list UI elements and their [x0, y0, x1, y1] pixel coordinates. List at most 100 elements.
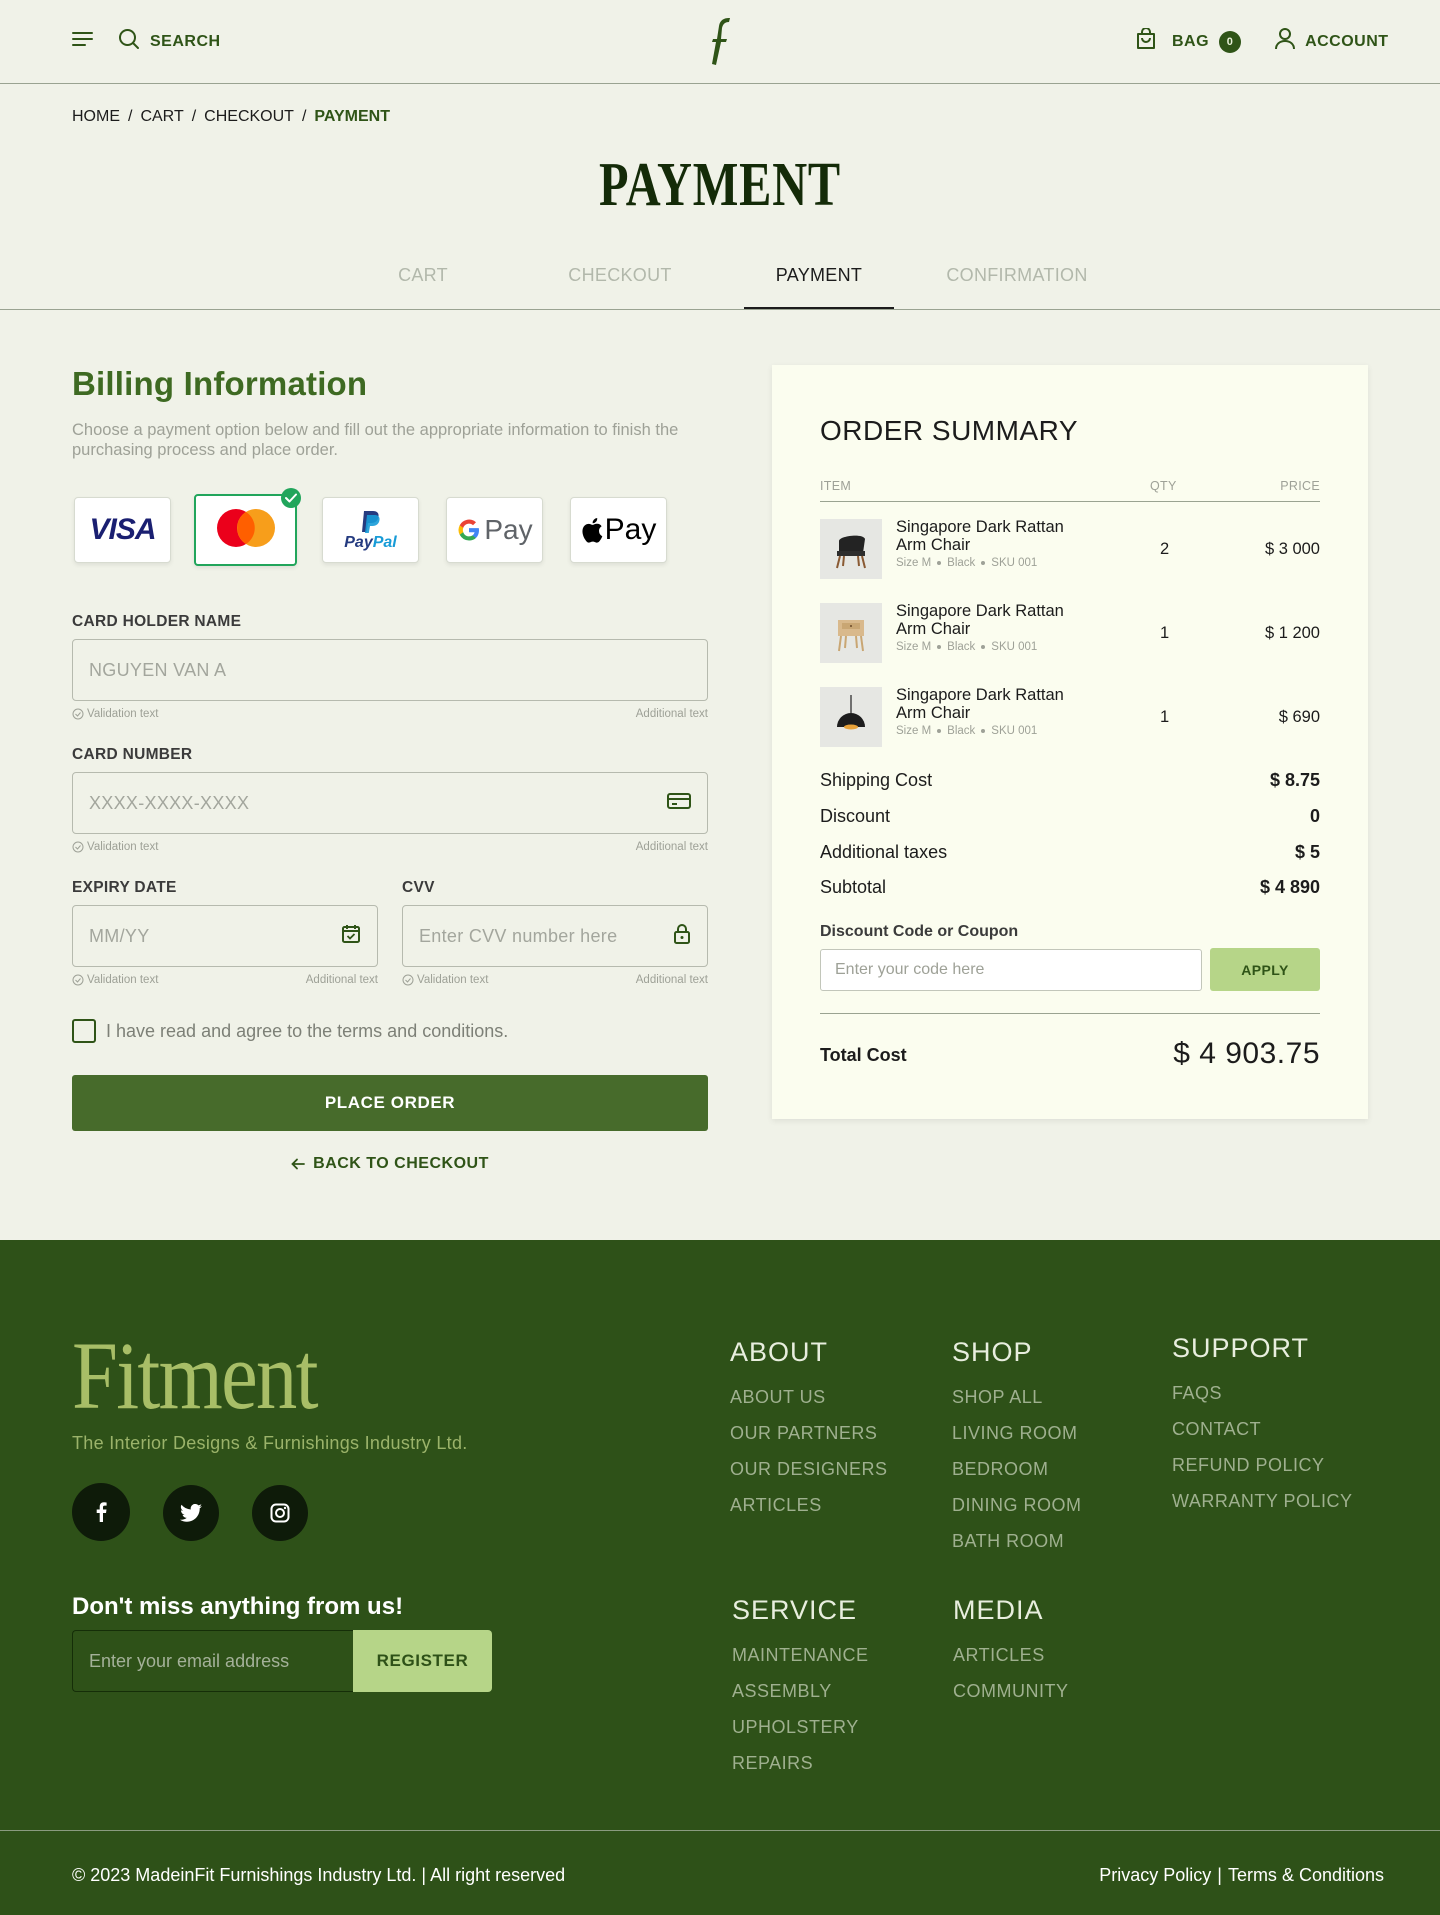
legal-links: Privacy Policy | Terms & Conditions: [1099, 1865, 1384, 1886]
cost-label: Additional taxes: [820, 842, 948, 862]
newsletter-email-input[interactable]: Enter your email address: [72, 1630, 362, 1692]
expiry-input[interactable]: MM/YY: [72, 905, 378, 967]
coupon-label: Discount Code or Coupon: [820, 923, 1019, 940]
footer-heading-shop: SHOP: [952, 1337, 1033, 1367]
site-header: SEARCH BAG 0 ACCOUNT: [0, 0, 1440, 84]
footer-link[interactable]: UPHOLSTERY: [732, 1717, 859, 1738]
product-meta: Size M Black SKU 001: [896, 725, 1037, 737]
copyright-text: © 2023 MadeinFit Furnishings Industry Lt…: [72, 1865, 566, 1885]
additional-text: Additional text: [635, 708, 708, 720]
calendar-icon: [341, 924, 361, 949]
menu-icon[interactable]: [72, 31, 94, 52]
apple-pay-logo-icon: Pay: [581, 513, 656, 547]
breadcrumb: HOME / CART / CHECKOUT / PAYMENT: [72, 108, 390, 126]
check-circle-icon: [72, 841, 84, 853]
card-number-label: CARD NUMBER: [72, 746, 193, 763]
step-payment[interactable]: PAYMENT: [744, 265, 894, 309]
footer-link[interactable]: BATH ROOM: [952, 1531, 1064, 1552]
product-color: Black: [947, 725, 976, 737]
footer-link[interactable]: CONTACT: [1172, 1419, 1261, 1440]
order-summary-title: ORDER SUMMARY: [820, 415, 1079, 446]
validation-text: Validation text: [417, 974, 489, 986]
step-confirmation[interactable]: CONFIRMATION: [942, 265, 1092, 286]
breadcrumb-checkout[interactable]: CHECKOUT: [204, 108, 294, 126]
footer-link[interactable]: DINING ROOM: [952, 1495, 1082, 1516]
place-order-button[interactable]: PLACE ORDER: [72, 1075, 708, 1131]
product-thumbnail[interactable]: [820, 687, 882, 747]
payment-option-paypal[interactable]: PayPal: [322, 497, 419, 563]
facebook-icon[interactable]: [72, 1483, 130, 1541]
privacy-policy-link[interactable]: Privacy Policy: [1099, 1865, 1211, 1886]
product-meta: Size M Black SKU 001: [896, 641, 1037, 653]
billing-description: Choose a payment option below and fill o…: [72, 421, 679, 459]
footer-link[interactable]: WARRANTY POLICY: [1172, 1491, 1353, 1512]
account-link[interactable]: ACCOUNT: [1305, 33, 1389, 51]
product-thumbnail[interactable]: [820, 519, 882, 579]
cost-value: $ 4 890: [1259, 877, 1320, 897]
footer-link[interactable]: BEDROOM: [952, 1459, 1049, 1480]
arrow-left-icon: [291, 1157, 306, 1175]
cost-label: Discount: [820, 806, 891, 826]
additional-text: Additional text: [305, 974, 378, 986]
cvv-helper: Validation text Additional text: [402, 973, 708, 987]
footer-link[interactable]: OUR DESIGNERS: [730, 1459, 888, 1480]
footer-link[interactable]: LIVING ROOM: [952, 1423, 1078, 1444]
footer-link[interactable]: ARTICLES: [953, 1645, 1045, 1666]
product-meta: Size M Black SKU 001: [896, 557, 1037, 569]
payment-option-apple-pay[interactable]: Pay: [570, 497, 667, 563]
footer-link[interactable]: FAQS: [1172, 1383, 1222, 1404]
footer-link[interactable]: REFUND POLICY: [1172, 1455, 1325, 1476]
visa-logo-icon: VISA: [89, 513, 156, 546]
payment-option-visa[interactable]: VISA: [74, 497, 171, 563]
column-header-price: PRICE: [1280, 479, 1320, 493]
search-link[interactable]: SEARCH: [150, 33, 221, 51]
breadcrumb-home[interactable]: HOME: [72, 108, 120, 126]
apply-coupon-button[interactable]: APPLY: [1210, 948, 1320, 991]
footer-heading-service: SERVICE: [732, 1595, 858, 1625]
terms-label[interactable]: I have read and agree to the terms and c…: [106, 1021, 508, 1042]
card-number-input[interactable]: XXXX-XXXX-XXXX: [72, 772, 708, 834]
payment-option-google-pay[interactable]: Pay: [446, 497, 543, 563]
footer-link[interactable]: ARTICLES: [730, 1495, 822, 1516]
footer-link[interactable]: COMMUNITY: [953, 1681, 1069, 1702]
product-name[interactable]: Singapore Dark Rattan Arm Chair: [896, 686, 1096, 722]
product-size: Size M: [896, 641, 932, 653]
footer-link[interactable]: ASSEMBLY: [732, 1681, 832, 1702]
discount-row: Discount 0: [820, 806, 1320, 827]
product-price: $ 3 000: [1264, 540, 1320, 558]
step-cart[interactable]: CART: [348, 265, 498, 286]
payment-option-mastercard[interactable]: [194, 488, 301, 566]
breadcrumb-cart[interactable]: CART: [140, 108, 183, 126]
bag-link[interactable]: BAG 0 ACCOUNT: [1136, 27, 1389, 55]
legal-separator: |: [1217, 1865, 1222, 1885]
back-to-checkout-link[interactable]: BACK TO CHECKOUT: [72, 1155, 708, 1175]
card-holder-input[interactable]: NGUYEN VAN A: [72, 639, 708, 701]
site-logo[interactable]: [708, 16, 732, 66]
terms-row: I have read and agree to the terms and c…: [72, 1019, 508, 1043]
twitter-icon[interactable]: [163, 1485, 219, 1541]
summary-item: Singapore Dark Rattan Arm Chair Size M Bl…: [820, 518, 1320, 580]
register-button[interactable]: REGISTER: [353, 1630, 492, 1692]
total-cost-label: Total Cost: [820, 1045, 907, 1065]
product-name[interactable]: Singapore Dark Rattan Arm Chair: [896, 518, 1096, 554]
instagram-icon[interactable]: [252, 1485, 308, 1541]
cvv-input[interactable]: Enter CVV number here: [402, 905, 708, 967]
terms-checkbox[interactable]: [72, 1019, 96, 1043]
column-header-item: ITEM: [820, 479, 852, 493]
coupon-input[interactable]: Enter your code here: [820, 949, 1202, 991]
footer-link[interactable]: SHOP ALL: [952, 1387, 1043, 1408]
step-checkout[interactable]: CHECKOUT: [545, 265, 695, 286]
account-icon[interactable]: [1275, 28, 1296, 55]
terms-conditions-link[interactable]: Terms & Conditions: [1228, 1865, 1384, 1886]
footer-link[interactable]: OUR PARTNERS: [730, 1423, 877, 1444]
product-thumbnail[interactable]: [820, 603, 882, 663]
card-number-helper: Validation text Additional text: [72, 840, 708, 854]
footer-link[interactable]: MAINTENANCE: [732, 1645, 869, 1666]
product-sku: SKU 001: [991, 725, 1038, 737]
footer-link[interactable]: REPAIRS: [732, 1753, 813, 1774]
newsletter-title: Don't miss anything from us!: [72, 1593, 404, 1620]
search-icon[interactable]: [118, 28, 140, 55]
product-name[interactable]: Singapore Dark Rattan Arm Chair: [896, 602, 1096, 638]
footer-brand-logo[interactable]: Fitment: [72, 1320, 319, 1431]
footer-link[interactable]: ABOUT US: [730, 1387, 826, 1408]
